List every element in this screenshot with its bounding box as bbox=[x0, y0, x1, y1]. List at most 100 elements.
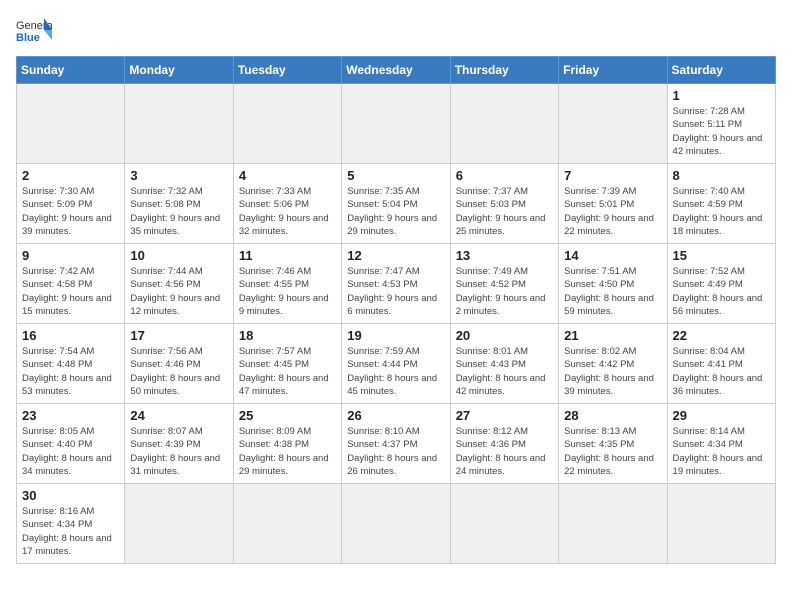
calendar-week-6: 30Sunrise: 8:16 AM Sunset: 4:34 PM Dayli… bbox=[17, 484, 776, 564]
day-info: Sunrise: 7:52 AM Sunset: 4:49 PM Dayligh… bbox=[673, 265, 770, 318]
day-number: 9 bbox=[22, 248, 119, 263]
day-number: 4 bbox=[239, 168, 336, 183]
calendar-cell: 25 Sunrise: 8:09 AM Sunset: 4:38 PM Dayli… bbox=[233, 404, 341, 484]
calendar-cell bbox=[559, 484, 667, 564]
day-number: 17 bbox=[130, 328, 227, 343]
day-number: 23 bbox=[22, 408, 119, 423]
day-info: Sunrise: 7:42 AM Sunset: 4:58 PM Dayligh… bbox=[22, 265, 119, 318]
day-number: 11 bbox=[239, 248, 336, 263]
calendar-cell bbox=[667, 484, 775, 564]
day-number: 10 bbox=[130, 248, 227, 263]
day-info: Sunrise: 8:05 AM Sunset: 4:40 PM Dayligh… bbox=[22, 425, 119, 478]
calendar-cell: 18Sunrise: 7:57 AM Sunset: 4:45 PM Dayli… bbox=[233, 324, 341, 404]
day-info: Sunrise: 7:47 AM Sunset: 4:53 PM Dayligh… bbox=[347, 265, 444, 318]
calendar-cell: 4 Sunrise: 7:33 AM Sunset: 5:06 PM Daylig… bbox=[233, 164, 341, 244]
day-info: Sunrise: 7:51 AM Sunset: 4:50 PM Dayligh… bbox=[564, 265, 661, 318]
calendar-cell bbox=[342, 484, 450, 564]
calendar-cell: 6 Sunrise: 7:37 AM Sunset: 5:03 PM Daylig… bbox=[450, 164, 558, 244]
header-cell-wednesday: Wednesday bbox=[342, 57, 450, 84]
calendar-week-1: 1Sunrise: 7:28 AM Sunset: 5:11 PM Daylig… bbox=[17, 84, 776, 164]
day-info: Sunrise: 8:01 AM Sunset: 4:43 PM Dayligh… bbox=[456, 345, 553, 398]
calendar-cell: 28 Sunrise: 8:13 AM Sunset: 4:35 PM Dayli… bbox=[559, 404, 667, 484]
calendar-cell: 1Sunrise: 7:28 AM Sunset: 5:11 PM Daylig… bbox=[667, 84, 775, 164]
day-info: Sunrise: 7:33 AM Sunset: 5:06 PM Dayligh… bbox=[239, 185, 336, 238]
calendar-cell: 5Sunrise: 7:35 AM Sunset: 5:04 PM Daylig… bbox=[342, 164, 450, 244]
calendar-header: SundayMondayTuesdayWednesdayThursdayFrid… bbox=[17, 57, 776, 84]
calendar-cell: 9 Sunrise: 7:42 AM Sunset: 4:58 PM Daylig… bbox=[17, 244, 125, 324]
day-info: Sunrise: 7:44 AM Sunset: 4:56 PM Dayligh… bbox=[130, 265, 227, 318]
day-info: Sunrise: 7:39 AM Sunset: 5:01 PM Dayligh… bbox=[564, 185, 661, 238]
day-info: Sunrise: 7:35 AM Sunset: 5:04 PM Dayligh… bbox=[347, 185, 444, 238]
header-cell-thursday: Thursday bbox=[450, 57, 558, 84]
calendar-week-3: 9 Sunrise: 7:42 AM Sunset: 4:58 PM Daylig… bbox=[17, 244, 776, 324]
calendar-cell bbox=[450, 84, 558, 164]
calendar-cell bbox=[17, 84, 125, 164]
calendar-week-4: 16Sunrise: 7:54 AM Sunset: 4:48 PM Dayli… bbox=[17, 324, 776, 404]
calendar-cell bbox=[559, 84, 667, 164]
calendar-cell: 21 Sunrise: 8:02 AM Sunset: 4:42 PM Dayli… bbox=[559, 324, 667, 404]
calendar-cell bbox=[125, 484, 233, 564]
calendar-cell: 27Sunrise: 8:12 AM Sunset: 4:36 PM Dayli… bbox=[450, 404, 558, 484]
day-number: 1 bbox=[673, 88, 770, 103]
calendar-cell bbox=[342, 84, 450, 164]
day-number: 15 bbox=[673, 248, 770, 263]
day-info: Sunrise: 8:16 AM Sunset: 4:34 PM Dayligh… bbox=[22, 505, 119, 558]
calendar-cell bbox=[450, 484, 558, 564]
calendar-cell: 23 Sunrise: 8:05 AM Sunset: 4:40 PM Dayli… bbox=[17, 404, 125, 484]
day-info: Sunrise: 7:59 AM Sunset: 4:44 PM Dayligh… bbox=[347, 345, 444, 398]
day-info: Sunrise: 7:57 AM Sunset: 4:45 PM Dayligh… bbox=[239, 345, 336, 398]
calendar-cell bbox=[233, 84, 341, 164]
day-number: 6 bbox=[456, 168, 553, 183]
day-number: 20 bbox=[456, 328, 553, 343]
day-info: Sunrise: 7:46 AM Sunset: 4:55 PM Dayligh… bbox=[239, 265, 336, 318]
day-info: Sunrise: 7:30 AM Sunset: 5:09 PM Dayligh… bbox=[22, 185, 119, 238]
day-number: 28 bbox=[564, 408, 661, 423]
calendar-cell: 29 Sunrise: 8:14 AM Sunset: 4:34 PM Dayli… bbox=[667, 404, 775, 484]
calendar-cell bbox=[233, 484, 341, 564]
day-info: Sunrise: 7:37 AM Sunset: 5:03 PM Dayligh… bbox=[456, 185, 553, 238]
calendar-body: 1Sunrise: 7:28 AM Sunset: 5:11 PM Daylig… bbox=[17, 84, 776, 564]
calendar-cell: 7 Sunrise: 7:39 AM Sunset: 5:01 PM Daylig… bbox=[559, 164, 667, 244]
day-info: Sunrise: 8:09 AM Sunset: 4:38 PM Dayligh… bbox=[239, 425, 336, 478]
day-number: 21 bbox=[564, 328, 661, 343]
page-header: General Blue bbox=[16, 16, 776, 46]
day-number: 14 bbox=[564, 248, 661, 263]
day-number: 13 bbox=[456, 248, 553, 263]
calendar-cell: 13 Sunrise: 7:49 AM Sunset: 4:52 PM Dayli… bbox=[450, 244, 558, 324]
calendar-table: SundayMondayTuesdayWednesdayThursdayFrid… bbox=[16, 56, 776, 564]
day-info: Sunrise: 8:07 AM Sunset: 4:39 PM Dayligh… bbox=[130, 425, 227, 478]
header-cell-sunday: Sunday bbox=[17, 57, 125, 84]
header-cell-tuesday: Tuesday bbox=[233, 57, 341, 84]
calendar-cell: 16Sunrise: 7:54 AM Sunset: 4:48 PM Dayli… bbox=[17, 324, 125, 404]
day-number: 27 bbox=[456, 408, 553, 423]
calendar-cell: 24Sunrise: 8:07 AM Sunset: 4:39 PM Dayli… bbox=[125, 404, 233, 484]
calendar-week-5: 23 Sunrise: 8:05 AM Sunset: 4:40 PM Dayli… bbox=[17, 404, 776, 484]
calendar-cell: 15 Sunrise: 7:52 AM Sunset: 4:49 PM Dayli… bbox=[667, 244, 775, 324]
calendar-cell: 14 Sunrise: 7:51 AM Sunset: 4:50 PM Dayli… bbox=[559, 244, 667, 324]
day-info: Sunrise: 7:56 AM Sunset: 4:46 PM Dayligh… bbox=[130, 345, 227, 398]
header-cell-friday: Friday bbox=[559, 57, 667, 84]
calendar-cell: 2 Sunrise: 7:30 AM Sunset: 5:09 PM Daylig… bbox=[17, 164, 125, 244]
calendar-cell: 11 Sunrise: 7:46 AM Sunset: 4:55 PM Dayli… bbox=[233, 244, 341, 324]
day-number: 12 bbox=[347, 248, 444, 263]
calendar-cell: 12 Sunrise: 7:47 AM Sunset: 4:53 PM Dayli… bbox=[342, 244, 450, 324]
day-number: 2 bbox=[22, 168, 119, 183]
day-number: 16 bbox=[22, 328, 119, 343]
header-row: SundayMondayTuesdayWednesdayThursdayFrid… bbox=[17, 57, 776, 84]
calendar-cell: 20 Sunrise: 8:01 AM Sunset: 4:43 PM Dayli… bbox=[450, 324, 558, 404]
day-info: Sunrise: 8:14 AM Sunset: 4:34 PM Dayligh… bbox=[673, 425, 770, 478]
day-info: Sunrise: 7:32 AM Sunset: 5:08 PM Dayligh… bbox=[130, 185, 227, 238]
day-number: 29 bbox=[673, 408, 770, 423]
day-number: 8 bbox=[673, 168, 770, 183]
day-info: Sunrise: 7:49 AM Sunset: 4:52 PM Dayligh… bbox=[456, 265, 553, 318]
day-number: 25 bbox=[239, 408, 336, 423]
day-number: 22 bbox=[673, 328, 770, 343]
day-number: 7 bbox=[564, 168, 661, 183]
svg-text:Blue: Blue bbox=[16, 32, 40, 44]
day-info: Sunrise: 8:02 AM Sunset: 4:42 PM Dayligh… bbox=[564, 345, 661, 398]
day-info: Sunrise: 8:13 AM Sunset: 4:35 PM Dayligh… bbox=[564, 425, 661, 478]
calendar-cell: 17 Sunrise: 7:56 AM Sunset: 4:46 PM Dayli… bbox=[125, 324, 233, 404]
generalblue-icon: General Blue bbox=[16, 16, 52, 46]
calendar-cell: 26Sunrise: 8:10 AM Sunset: 4:37 PM Dayli… bbox=[342, 404, 450, 484]
calendar-week-2: 2 Sunrise: 7:30 AM Sunset: 5:09 PM Daylig… bbox=[17, 164, 776, 244]
